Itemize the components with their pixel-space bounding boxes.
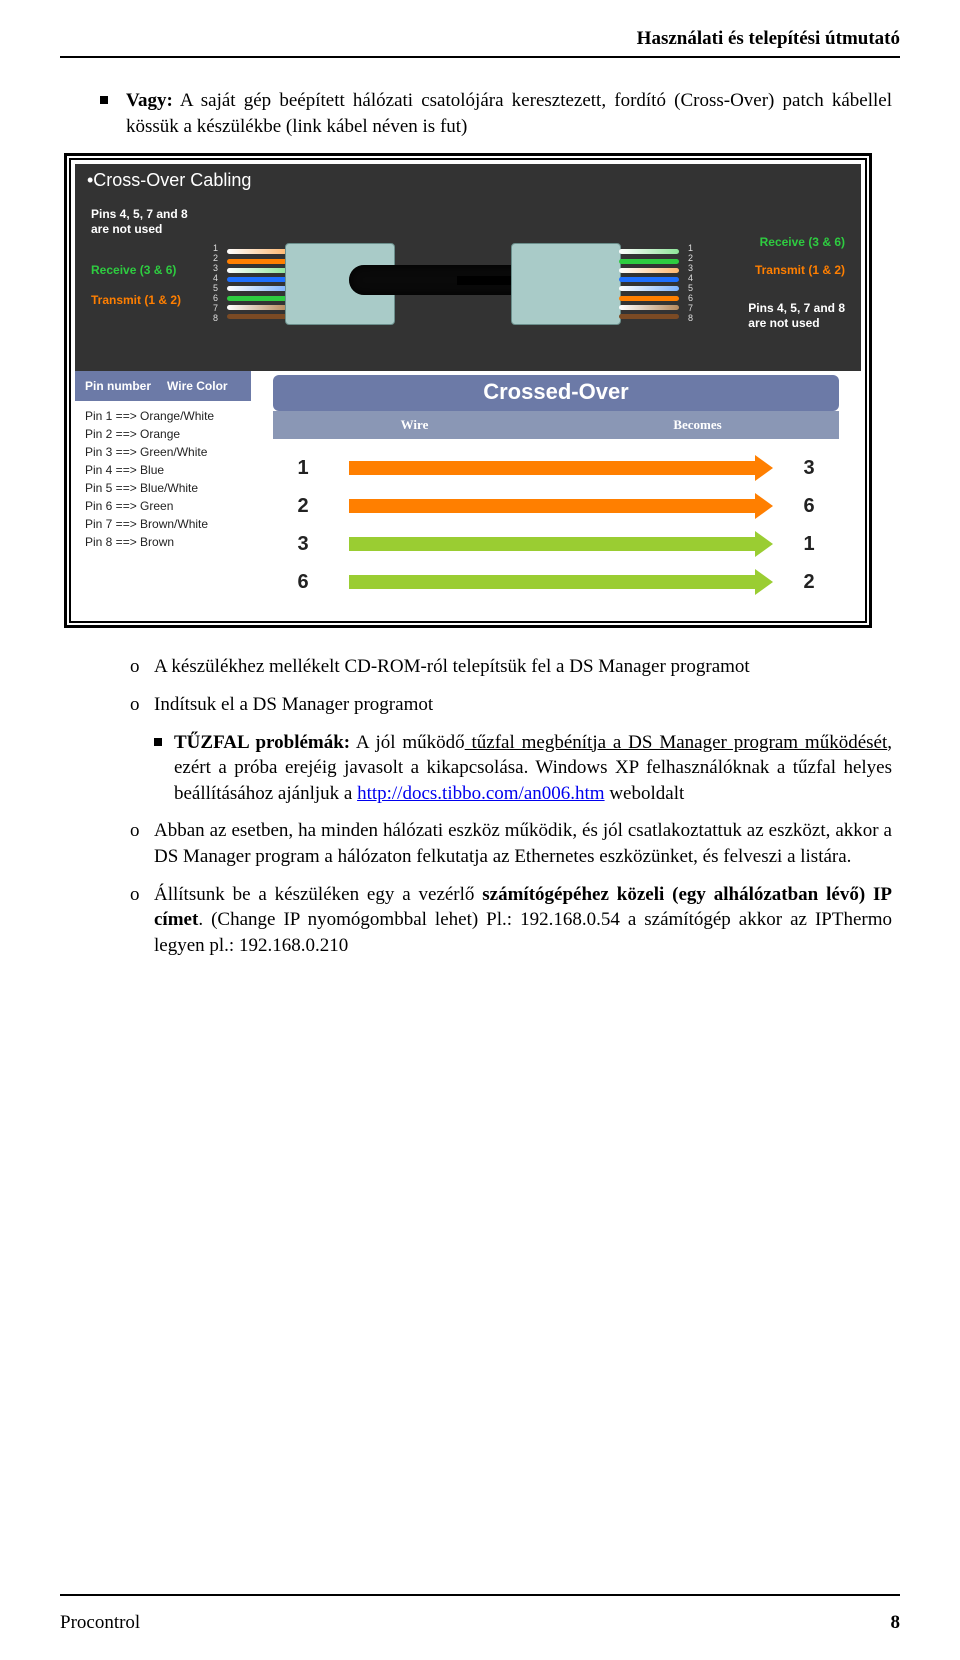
right-pin-numbers: 12345678 [688, 243, 693, 323]
pin-row: Pin 7 ==> Brown/White [85, 515, 241, 533]
crossover-row: 26 [273, 487, 839, 525]
footer-left: Procontrol [60, 1612, 140, 1634]
intro-text: A saját gép beépített hálózati csatolójá… [126, 90, 892, 137]
list-item-4: Állítsunk be a készüléken egy a vezérlő … [154, 882, 892, 959]
col-wire: Wire [273, 411, 556, 439]
header-rule [60, 56, 900, 58]
arrow-icon [349, 461, 763, 475]
pin-row: Pin 6 ==> Green [85, 497, 241, 515]
page-number: 8 [891, 1612, 901, 1634]
intro-bold: Vagy: [126, 90, 173, 111]
pin-row: Pin 3 ==> Green/White [85, 443, 241, 461]
right-pins-unused-label: Pins 4, 5, 7 and 8 are not used [748, 301, 845, 330]
sub-underline: tűzfal megbénítja a DS Manager program m… [465, 732, 888, 753]
page-header-title: Használati és telepítési útmutató [60, 28, 900, 54]
left-transmit-label: Transmit (1 & 2) [91, 293, 181, 307]
pin-color-table: Pin number Wire Color Pin 1 ==> Orange/W… [75, 371, 251, 617]
right-connector [511, 243, 621, 325]
arrow-icon [349, 575, 763, 589]
map-from: 6 [273, 571, 333, 594]
left-pins-unused-label: Pins 4, 5, 7 and 8 are not used [91, 207, 188, 236]
diagram-table-area: Pin number Wire Color Pin 1 ==> Orange/W… [75, 371, 861, 617]
instruction-list: o A készülékhez mellékelt CD-ROM-ról tel… [130, 654, 892, 958]
crossover-row: 13 [273, 449, 839, 487]
map-to: 6 [779, 495, 839, 518]
list-item-3: Abban az esetben, ha minden hálózati esz… [154, 818, 892, 869]
docs-link[interactable]: http://docs.tibbo.com/an006.htm [357, 783, 605, 804]
o4-part-a: Állítsunk be a készüléken egy a vezérlő [154, 884, 482, 905]
map-from: 1 [273, 457, 333, 480]
list-marker-icon: o [130, 882, 154, 959]
sub-bold: TŰZFAL problémák: [174, 732, 350, 753]
col-becomes: Becomes [556, 411, 839, 439]
pin-header-left: Pin number [85, 379, 151, 393]
pin-row: Pin 4 ==> Blue [85, 461, 241, 479]
crossover-diagram: •Cross-Over Cabling Pins 4, 5, 7 and 8 a… [64, 153, 872, 628]
diagram-title: •Cross-Over Cabling [87, 170, 849, 191]
sub-item-firewall: TŰZFAL problémák: A jól működő tűzfal me… [174, 730, 892, 807]
crossed-over-table: Crossed-Over Wire Becomes 13263162 [251, 371, 861, 617]
list-marker-icon: o [130, 654, 154, 680]
list-item-2: Indítsuk el a DS Manager programot [154, 692, 892, 718]
pin-row: Pin 5 ==> Blue/White [85, 479, 241, 497]
map-to: 1 [779, 533, 839, 556]
square-bullet-icon [100, 96, 108, 104]
left-receive-label: Receive (3 & 6) [91, 263, 176, 277]
map-to: 2 [779, 571, 839, 594]
pin-row: Pin 2 ==> Orange [85, 425, 241, 443]
crossover-row: 31 [273, 525, 839, 563]
square-bullet-icon [154, 738, 162, 746]
arrow-icon [349, 537, 763, 551]
pin-row: Pin 1 ==> Orange/White [85, 407, 241, 425]
sub-text-c: weboldalt [605, 783, 685, 804]
diagram-top-panel: •Cross-Over Cabling Pins 4, 5, 7 and 8 a… [75, 164, 861, 371]
o4-part-b: . (Change IP nyomógombbal lehet) Pl.: 19… [154, 909, 892, 956]
right-wire-stack [619, 249, 679, 319]
footer-rule [60, 1594, 900, 1596]
list-marker-icon: o [130, 692, 154, 718]
list-item-1: A készülékhez mellékelt CD-ROM-ról telep… [154, 654, 892, 680]
cable-narrow [457, 276, 517, 285]
list-marker-icon: o [130, 818, 154, 869]
left-wire-stack [227, 249, 287, 319]
intro-bullet: Vagy: A saját gép beépített hálózati csa… [100, 88, 892, 139]
sub-text-a: A jól működő [350, 732, 465, 753]
crossover-row: 62 [273, 563, 839, 601]
crossed-over-title: Crossed-Over [273, 375, 839, 411]
map-to: 3 [779, 457, 839, 480]
map-from: 2 [273, 495, 333, 518]
right-receive-label: Receive (3 & 6) [760, 235, 845, 249]
arrow-icon [349, 499, 763, 513]
right-transmit-label: Transmit (1 & 2) [755, 263, 845, 277]
pin-header-right: Wire Color [167, 379, 228, 393]
pin-row: Pin 8 ==> Brown [85, 533, 241, 551]
left-pin-numbers: 12345678 [213, 243, 218, 323]
map-from: 3 [273, 533, 333, 556]
